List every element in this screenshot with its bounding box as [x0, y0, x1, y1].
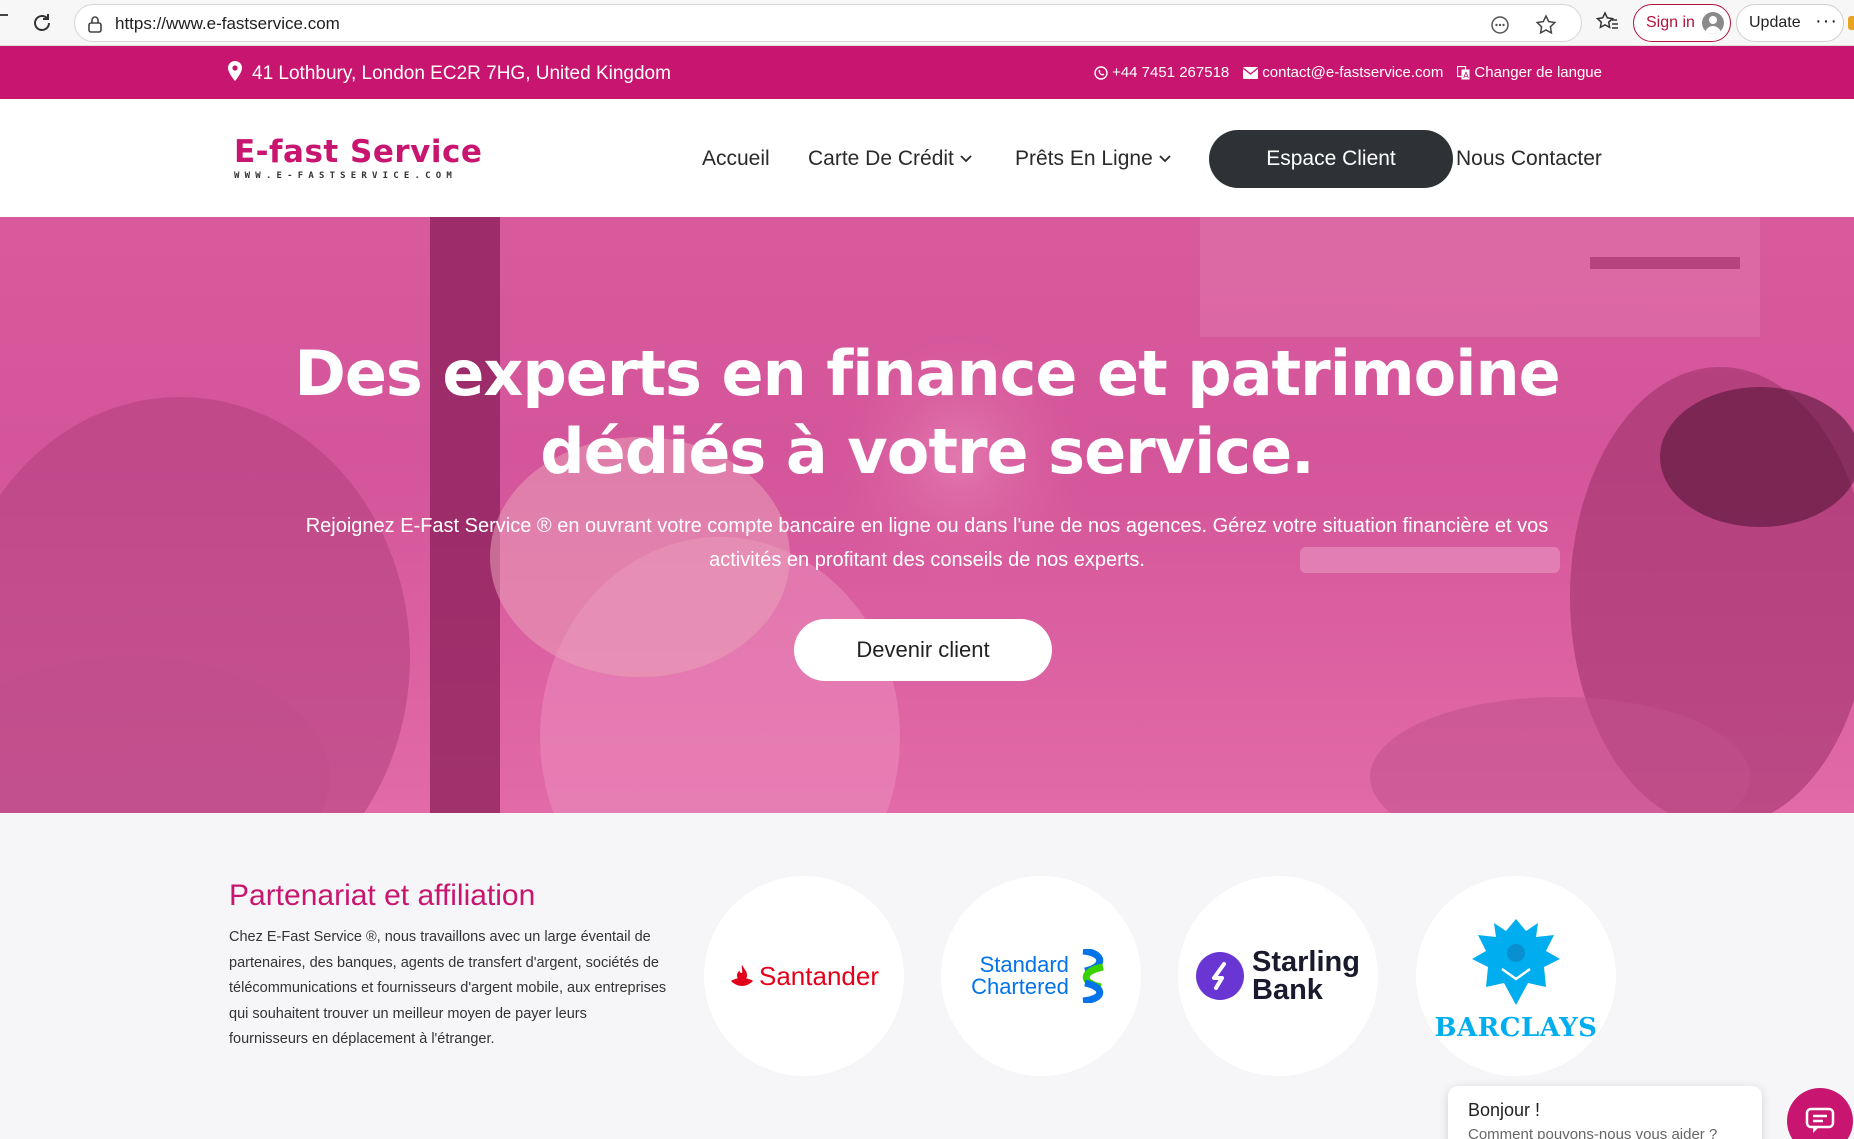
address-info: 41 Lothbury, London EC2R 7HG, United Kin… — [228, 61, 671, 87]
standard-text: Standard — [979, 952, 1069, 977]
back-icon[interactable] — [0, 14, 8, 16]
bank-text: Bank — [1252, 974, 1323, 1006]
main-navbar: E-fast Service WWW.E-FASTSERVICE.COM Acc… — [0, 99, 1854, 217]
nav-accueil[interactable]: Accueil — [702, 147, 770, 171]
chat-greeting-bubble[interactable]: Bonjour ! Comment pouvons-nous vous aide… — [1448, 1086, 1762, 1139]
hero-subtitle: Rejoignez E-Fast Service ® en ouvrant vo… — [305, 515, 1549, 571]
nav-nous-contacter[interactable]: Nous Contacter — [1456, 147, 1602, 171]
map-pin-icon — [228, 61, 242, 87]
translate-icon: A — [1457, 65, 1470, 80]
address-bar[interactable]: https://www.e-fastservice.com — [74, 4, 1582, 42]
chevron-down-icon — [960, 155, 972, 163]
language-text[interactable]: Changer de langue — [1474, 64, 1602, 81]
hero-title-line2: dédiés à votre service. — [540, 415, 1314, 488]
barclays-text: BARCLAYS — [1434, 1013, 1598, 1043]
hero-title: Des experts en finance et patrimoine déd… — [0, 335, 1854, 491]
nav-carte-label: Carte De Crédit — [808, 147, 954, 170]
hero-title-line1: Des experts en finance et patrimoine — [294, 337, 1560, 410]
language-switch[interactable]: A Changer de langue — [1457, 64, 1602, 81]
chat-greeting-subtitle: Comment pouvons-nous vous aider ? — [1468, 1126, 1718, 1139]
santander-flame-icon — [731, 965, 753, 986]
logo-url: WWW.E-FASTSERVICE.COM — [234, 171, 457, 181]
whatsapp-icon — [1094, 65, 1108, 80]
reload-icon[interactable] — [28, 9, 56, 37]
chevron-down-icon — [1159, 155, 1171, 163]
email-text[interactable]: contact@e-fastservice.com — [1262, 64, 1443, 81]
address-text: 41 Lothbury, London EC2R 7HG, United Kin… — [252, 63, 671, 84]
lock-icon[interactable] — [87, 15, 103, 38]
starling-bank-logo: Starling Bank — [1178, 876, 1378, 1076]
barclays-logo: BARCLAYS — [1416, 876, 1616, 1076]
espace-client-button[interactable]: Espace Client — [1209, 130, 1453, 188]
site-logo[interactable]: E-fast Service WWW.E-FASTSERVICE.COM — [234, 134, 483, 182]
partners-description: Chez E-Fast Service ®, nous travaillons … — [229, 929, 667, 1047]
update-label: Update — [1749, 14, 1801, 31]
chat-icon — [1805, 1107, 1835, 1133]
logo-text: E-fast Service — [234, 134, 483, 170]
nav-carte-de-credit[interactable]: Carte De Crédit — [808, 147, 972, 171]
favorite-star-icon[interactable] — [1535, 14, 1557, 36]
standard-chartered-mark-icon — [1082, 949, 1104, 1003]
standard-chartered-logo: Standard Chartered — [941, 876, 1141, 1076]
avatar-icon — [1702, 12, 1724, 34]
nav-prets-en-ligne[interactable]: Prêts En Ligne — [1015, 147, 1171, 171]
santander-text: Santander — [759, 960, 879, 991]
starling-s-icon — [1196, 952, 1245, 1000]
santander-logo: Santander — [704, 876, 904, 1076]
nav-prets-label: Prêts En Ligne — [1015, 147, 1153, 170]
nav-contacter-label: Nous Contacter — [1456, 147, 1602, 170]
url-text[interactable]: https://www.e-fastservice.com — [115, 14, 340, 34]
sign-in-button[interactable]: Sign in — [1633, 4, 1731, 42]
sign-in-label: Sign in — [1646, 14, 1695, 31]
browser-toolbar: https://www.e-fastservice.com Sign in Up… — [0, 0, 1854, 46]
email-link[interactable]: contact@e-fastservice.com — [1243, 64, 1443, 81]
espace-client-label: Espace Client — [1266, 147, 1396, 170]
hero-section: Des experts en finance et patrimoine déd… — [0, 217, 1854, 813]
barclays-eagle-icon — [1472, 919, 1560, 1005]
envelope-icon — [1243, 66, 1259, 79]
nav-accueil-label: Accueil — [702, 147, 770, 170]
update-button[interactable]: Update ··· — [1736, 4, 1844, 42]
starling-text: Starling — [1252, 946, 1360, 978]
reader-icon[interactable] — [1489, 14, 1511, 36]
svg-text:A: A — [1464, 71, 1470, 80]
favorites-icon[interactable] — [1595, 11, 1620, 38]
partners-title: Partenariat et affiliation — [229, 879, 536, 912]
chartered-text: Chartered — [971, 974, 1069, 999]
profile-edge-icon — [1848, 16, 1854, 30]
devenir-client-button[interactable]: Devenir client — [794, 619, 1052, 681]
more-menu-icon[interactable]: ··· — [1815, 10, 1838, 33]
devenir-client-label: Devenir client — [856, 637, 990, 662]
contact-links: +44 7451 267518 contact@e-fastservice.co… — [1094, 64, 1602, 81]
top-info-bar: 41 Lothbury, London EC2R 7HG, United Kin… — [0, 46, 1854, 99]
phone-link[interactable]: +44 7451 267518 — [1094, 64, 1229, 81]
chat-greeting-title: Bonjour ! — [1468, 1100, 1541, 1120]
phone-text[interactable]: +44 7451 267518 — [1112, 64, 1229, 81]
